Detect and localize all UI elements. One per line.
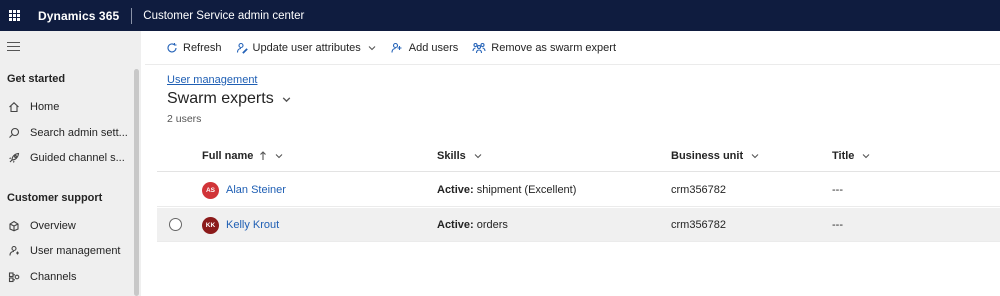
swarm-remove-icon bbox=[472, 42, 486, 53]
user-name-link[interactable]: Alan Steiner bbox=[226, 184, 286, 196]
sidebar-item-home[interactable]: Home bbox=[0, 96, 134, 118]
chevron-down-icon bbox=[368, 45, 376, 50]
sidebar-item-channels[interactable]: Channels bbox=[0, 266, 134, 288]
grid-header: Full name Skills Business unit Title bbox=[157, 140, 1000, 172]
cell-title: --- bbox=[832, 184, 843, 196]
nav-section-customer-support: Customer support bbox=[7, 192, 103, 204]
sidebar-item-user-management[interactable]: User management bbox=[0, 240, 134, 262]
user-edit-icon bbox=[236, 42, 248, 54]
sidebar-item-guided-channel-setup[interactable]: Guided channel s... bbox=[0, 147, 134, 169]
user-management-icon bbox=[7, 244, 21, 258]
table-row[interactable]: KK Kelly Krout Active: orders crm356782 … bbox=[157, 208, 1000, 242]
cell-full-name: AS Alan Steiner bbox=[202, 173, 286, 207]
chevron-down-icon bbox=[282, 96, 290, 102]
sidebar-item-label: Channels bbox=[30, 271, 77, 283]
update-user-attributes-button[interactable]: Update user attributes bbox=[229, 31, 384, 65]
overview-icon bbox=[7, 219, 21, 233]
record-count: 2 users bbox=[167, 113, 202, 125]
column-header-title[interactable]: Title bbox=[832, 140, 871, 172]
remove-as-swarm-expert-label: Remove as swarm expert bbox=[491, 41, 617, 54]
add-users-button[interactable]: Add users bbox=[384, 31, 466, 65]
rocket-icon bbox=[7, 151, 21, 165]
skill-value: shipment (Excellent) bbox=[473, 184, 577, 196]
column-label: Business unit bbox=[671, 150, 744, 162]
cell-skills: Active: shipment (Excellent) bbox=[437, 173, 576, 207]
row-select-radio[interactable] bbox=[169, 218, 182, 231]
chevron-down-icon bbox=[275, 154, 283, 159]
avatar: AS bbox=[202, 181, 219, 199]
title-divider bbox=[131, 7, 133, 24]
skill-value: orders bbox=[473, 219, 508, 231]
sidebar-item-label: User management bbox=[30, 245, 121, 257]
app-title: Customer Service admin center bbox=[143, 9, 305, 22]
column-label: Skills bbox=[437, 150, 466, 162]
column-label: Full name bbox=[202, 150, 254, 162]
view-selector[interactable]: Swarm experts bbox=[167, 90, 292, 108]
sidebar-item-label: Guided channel s... bbox=[30, 152, 125, 164]
column-header-business-unit[interactable]: Business unit bbox=[671, 140, 760, 172]
refresh-button[interactable]: Refresh bbox=[159, 31, 229, 65]
avatar: KK bbox=[202, 216, 219, 234]
chevron-down-icon bbox=[863, 154, 870, 159]
add-users-icon bbox=[391, 42, 402, 53]
home-icon bbox=[7, 100, 21, 114]
user-name-link[interactable]: Kelly Krout bbox=[226, 219, 279, 231]
search-icon bbox=[7, 126, 21, 140]
top-app-bar: Dynamics 365 Customer Service admin cent… bbox=[0, 0, 1000, 31]
sort-ascending-icon bbox=[260, 151, 267, 160]
sidebar-item-label: Search admin sett... bbox=[30, 127, 128, 139]
refresh-icon bbox=[167, 42, 177, 52]
sidebar-nav: Get started Home Search admin sett... Gu… bbox=[0, 31, 141, 296]
hamburger-menu-icon[interactable] bbox=[7, 42, 20, 52]
sidebar-item-label: Home bbox=[30, 101, 60, 113]
cell-title: --- bbox=[832, 219, 843, 231]
update-user-attributes-label: Update user attributes bbox=[252, 41, 361, 54]
sidebar-item-search-admin-settings[interactable]: Search admin sett... bbox=[0, 122, 134, 144]
cell-business-unit: crm356782 bbox=[671, 219, 727, 231]
column-header-full-name[interactable]: Full name bbox=[202, 140, 284, 172]
table-row[interactable]: AS Alan Steiner Active: shipment (Excell… bbox=[157, 173, 1000, 207]
app-launcher-waffle-icon[interactable] bbox=[0, 0, 28, 31]
sidebar-item-overview[interactable]: Overview bbox=[0, 215, 134, 237]
column-header-skills[interactable]: Skills bbox=[437, 140, 483, 172]
skill-status: Active: bbox=[437, 184, 474, 196]
nav-section-get-started: Get started bbox=[7, 73, 66, 85]
cell-business-unit: crm356782 bbox=[671, 184, 727, 196]
cell-skills: Active: orders bbox=[437, 208, 508, 242]
chevron-down-icon bbox=[474, 154, 482, 159]
channels-icon bbox=[7, 270, 21, 284]
brand-name[interactable]: Dynamics 365 bbox=[38, 9, 119, 23]
cell-full-name: KK Kelly Krout bbox=[202, 208, 279, 242]
sidebar-scrollbar[interactable] bbox=[134, 69, 139, 296]
chevron-down-icon bbox=[751, 154, 759, 159]
command-bar: Refresh Update user attributes Add users… bbox=[145, 31, 1000, 65]
refresh-label: Refresh bbox=[183, 41, 222, 54]
remove-as-swarm-expert-button[interactable]: Remove as swarm expert bbox=[465, 31, 623, 65]
column-label: Title bbox=[832, 150, 855, 162]
breadcrumb-user-management[interactable]: User management bbox=[167, 74, 258, 86]
page-title: Swarm experts bbox=[167, 90, 274, 107]
add-users-label: Add users bbox=[408, 41, 459, 54]
sidebar-item-label: Overview bbox=[30, 220, 76, 232]
skill-status: Active: bbox=[437, 219, 474, 231]
